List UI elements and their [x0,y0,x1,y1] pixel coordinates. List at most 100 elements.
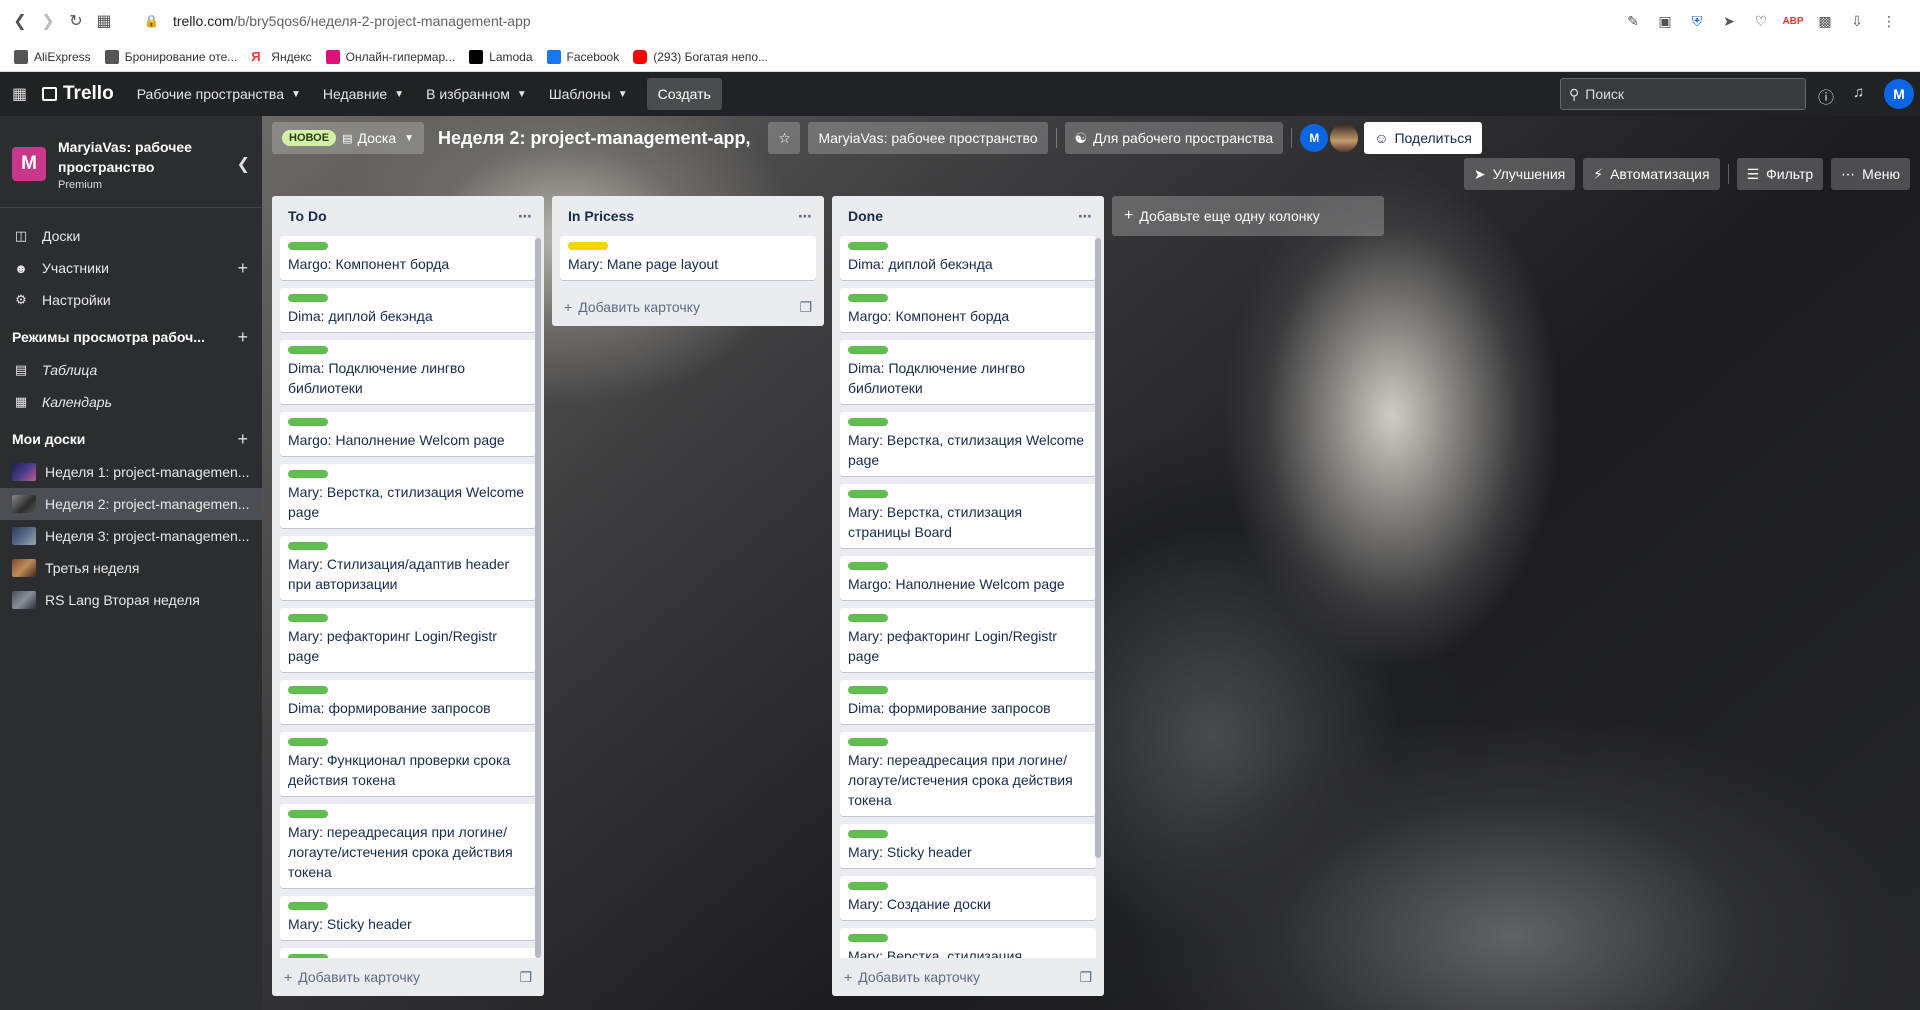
camera-icon[interactable]: ▣ [1652,8,1678,34]
list-header[interactable]: To Do ⋯ [272,196,544,236]
bell-icon[interactable]: ♫ [1853,84,1864,101]
shield-icon[interactable]: ⛨ [1684,8,1710,34]
card[interactable]: Mary: Создание доски [840,876,1096,920]
nav-starred[interactable]: В избранном ▼ [415,78,538,110]
card[interactable]: Mary: Mane page layout [560,236,816,280]
card[interactable]: Dima: диплой бекэнда [280,288,536,332]
trello-icon [42,87,57,101]
list-scrollbar[interactable] [535,238,541,958]
automation-button[interactable]: ⚡ Автоматизация [1583,158,1720,190]
menu-button[interactable]: ⋯ Меню [1831,158,1910,190]
card[interactable]: Margo: Компонент борда [840,288,1096,332]
sidebar-item-calendar[interactable]: ▦ Календарь [0,386,262,418]
sidebar-item-boards[interactable]: ◫ Доски [0,220,262,252]
bookmark-item[interactable]: Бронирование оте... [104,50,237,64]
card[interactable]: Dima: Подключение лингво библиотеки [840,340,1096,404]
reload-icon[interactable]: ↻ [62,7,90,35]
member-avatar-photo[interactable] [1330,124,1359,152]
card[interactable]: Margo: Наполнение Welcom page [280,412,536,456]
card[interactable]: Mary: переадресация при логине/логауте/и… [280,804,536,888]
card[interactable] [280,948,536,958]
heart-icon[interactable]: ♡ [1748,8,1774,34]
add-member-icon[interactable]: + [237,258,248,279]
card[interactable]: Dima: Подключение лингво библиотеки [280,340,536,404]
edit-icon[interactable]: ✎ [1620,8,1646,34]
star-button[interactable]: ☆ [768,122,801,154]
template-icon[interactable]: ❐ [519,969,532,986]
sidebar-board-item[interactable]: Неделя 3: project-managemen... [0,520,262,552]
card[interactable]: Mary: рефакторинг Login/Registr page [280,608,536,672]
bookmark-item[interactable]: AliExpress [14,50,91,64]
sidebar-item-table[interactable]: ▤ Таблица [0,354,262,386]
view-switcher[interactable]: НОВОЕ ▤ Доска ▼ [272,122,425,154]
nav-workspaces[interactable]: Рабочие пространства ▼ [126,78,312,110]
list-header[interactable]: In Pricess ⋯ [552,196,824,236]
add-board-icon[interactable]: + [237,429,248,450]
send-icon[interactable]: ➤ [1716,8,1742,34]
bookmark-item[interactable]: (293) Богатая непо... [633,50,768,64]
card[interactable]: Margo: Наполнение Welcom page [840,556,1096,600]
nav-recent[interactable]: Недавние ▼ [312,78,415,110]
card[interactable]: Dima: диплой бекэнда [840,236,1096,280]
add-card-button[interactable]: + Добавить карточку ❐ [272,958,544,996]
share-button[interactable]: ☺ Поделиться [1364,122,1482,154]
list-scrollbar[interactable] [1095,238,1101,858]
card[interactable]: Margo: Компонент борда [280,236,536,280]
card[interactable]: Mary: переадресация при логине/логауте/и… [840,732,1096,816]
apps-grid-icon[interactable]: ▦ [12,84,32,104]
tabs-grid-icon[interactable]: ▦ [90,7,118,35]
add-card-button[interactable]: + Добавить карточку ❐ [832,958,1104,996]
create-button[interactable]: Создать [646,78,722,110]
nav-templates[interactable]: Шаблоны ▼ [538,78,639,110]
card[interactable]: Mary: Sticky header [840,824,1096,868]
template-icon[interactable]: ❐ [799,299,812,316]
card[interactable]: Dima: формирование запросов [840,680,1096,724]
sidebar-board-item[interactable]: Неделя 1: project-managemen... [0,456,262,488]
sidebar-board-item[interactable]: Неделя 2: project-managemen... [0,488,262,520]
add-view-icon[interactable]: + [237,327,248,348]
card[interactable]: Mary: рефакторинг Login/Registr page [840,608,1096,672]
trello-logo[interactable]: Trello [42,83,114,105]
list-header[interactable]: Done ⋯ [832,196,1104,236]
search-input[interactable]: ⚲ Поиск [1560,78,1806,110]
download-icon[interactable]: ⇩ [1844,8,1870,34]
visibility-button[interactable]: ☯ Для рабочего пространства [1064,122,1284,154]
bookmark-item[interactable]: Facebook [546,50,619,64]
bookmark-item[interactable]: Онлайн-гипермар... [325,50,455,64]
info-icon[interactable]: ⓘ [1818,84,1834,108]
workspace-name[interactable]: MaryiaVas: рабочее пространство [58,137,229,177]
board-title[interactable]: Неделя 2: project-management-app, [438,128,750,149]
forward-icon[interactable]: ❯ [34,7,62,35]
bookmark-item[interactable]: Я Яндекс [251,50,312,64]
card[interactable]: Mary: Стилизация/адаптив header при авто… [280,536,536,600]
bookmark-item[interactable]: Lamoda [469,50,533,64]
card[interactable]: Mary: Верстка, стилизация Welcome page [280,464,536,528]
more-icon[interactable]: ⋯ [1078,208,1092,225]
avatar[interactable]: M [1884,79,1914,109]
back-icon[interactable]: ❮ [6,7,34,35]
sidebar-board-item[interactable]: RS Lang Вторая неделя [0,584,262,616]
add-list-button[interactable]: + Добавьте еще одну колонку [1112,196,1384,236]
card[interactable]: Mary: Верстка, стилизация [840,928,1096,958]
adblock-icon[interactable]: ABP [1780,8,1806,34]
add-card-button[interactable]: + Добавить карточку ❐ [552,288,824,326]
card[interactable]: Mary: Sticky header [280,896,536,940]
workspace-button[interactable]: MaryiaVas: рабочее пространство [808,122,1048,154]
card[interactable]: Dima: формирование запросов [280,680,536,724]
collapse-sidebar-icon[interactable]: ❮ [237,154,250,174]
member-avatar[interactable]: M [1300,124,1329,152]
filter-button[interactable]: ☰ Фильтр [1736,158,1824,190]
address-bar[interactable]: 🔒 trello.com/b/bry5qos6/неделя-2-project… [144,0,531,42]
template-icon[interactable]: ❐ [1079,969,1092,986]
card[interactable]: Mary: Верстка, стилизация Welcome page [840,412,1096,476]
card[interactable]: Mary: Функционал проверки срока действия… [280,732,536,796]
card[interactable]: Mary: Верстка, стилизация страницы Board [840,484,1096,548]
sidebar-item-members[interactable]: ☻ Участники + [0,252,262,284]
more-icon[interactable]: ⋯ [518,208,532,225]
powerups-button[interactable]: ➤ Улучшения [1463,158,1576,190]
menu-icon[interactable]: ⋮ [1876,8,1902,34]
sidebar-board-item[interactable]: Третья неделя [0,552,262,584]
cube-icon[interactable]: ▩ [1812,8,1838,34]
sidebar-item-settings[interactable]: ⚙ Настройки [0,284,262,316]
more-icon[interactable]: ⋯ [798,208,812,225]
